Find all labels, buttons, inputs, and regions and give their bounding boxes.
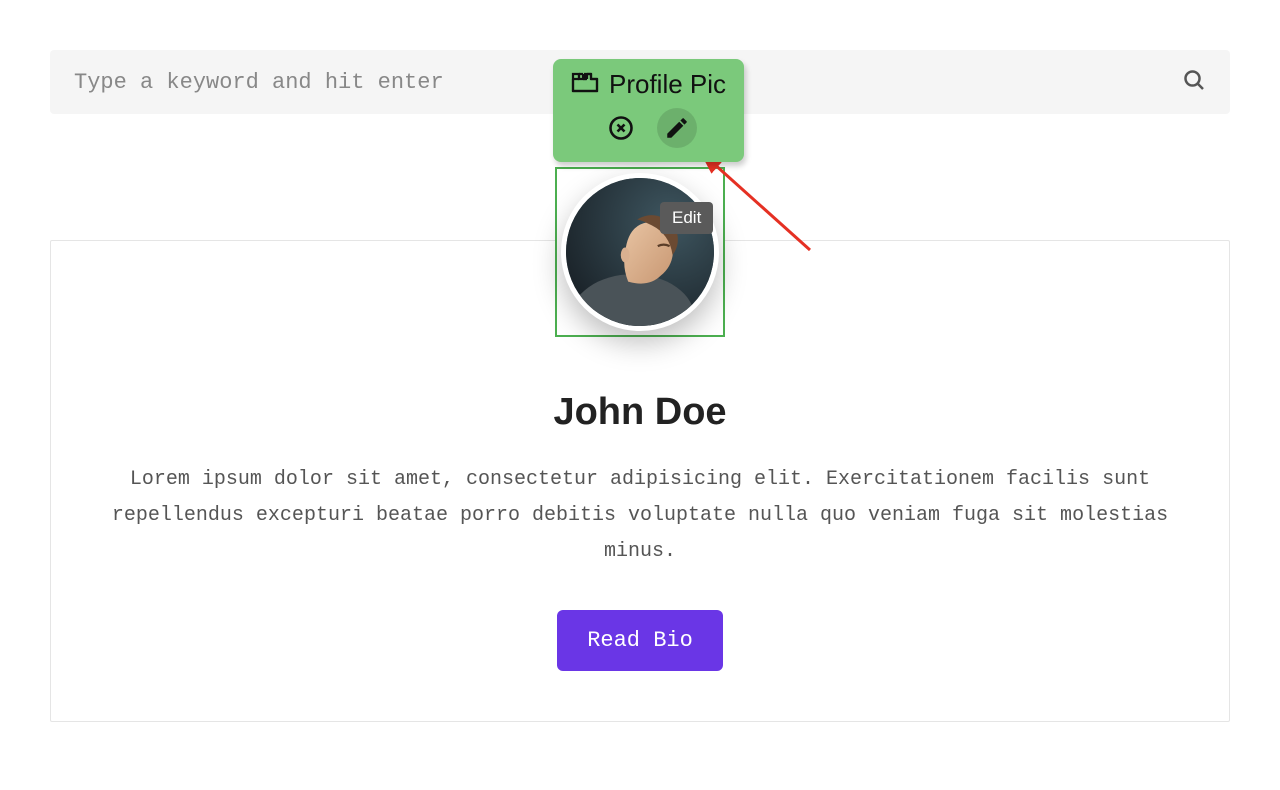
edit-tooltip: Edit xyxy=(660,202,713,234)
avatar-selection-box[interactable] xyxy=(555,167,725,337)
edit-button[interactable] xyxy=(657,108,697,148)
avatar xyxy=(566,178,714,326)
profile-pic-badge: Profile Pic xyxy=(553,59,744,162)
badge-title: Profile Pic xyxy=(609,69,726,100)
profile-name: John Doe xyxy=(81,391,1199,434)
module-icon xyxy=(571,71,599,98)
read-bio-button[interactable]: Read Bio xyxy=(557,610,723,671)
search-icon[interactable] xyxy=(1182,68,1206,97)
profile-card: John Doe Lorem ipsum dolor sit amet, con… xyxy=(50,240,1230,722)
profile-description: Lorem ipsum dolor sit amet, consectetur … xyxy=(81,462,1199,570)
close-button[interactable] xyxy=(601,108,641,148)
avatar-ring xyxy=(561,173,719,331)
